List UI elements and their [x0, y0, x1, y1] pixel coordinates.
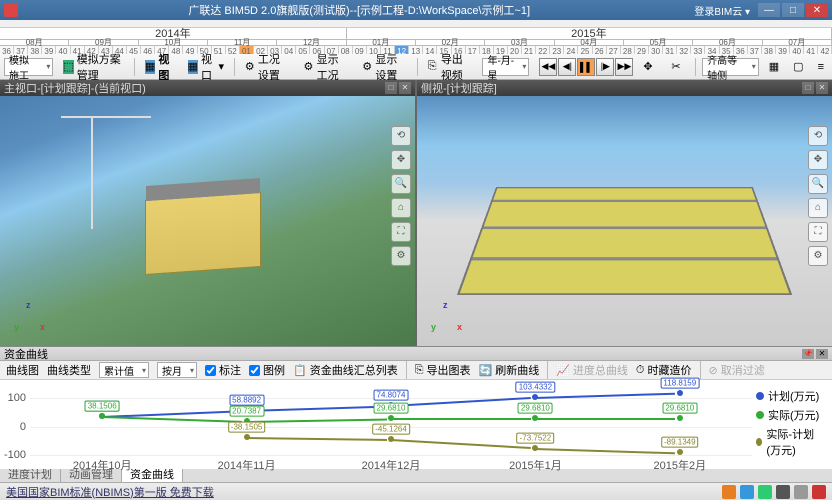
cancel-filter-button[interactable]: ⊘ 取消过滤 [709, 362, 765, 378]
export-video-button[interactable]: ⎘导出视频 [424, 57, 477, 77]
ffwd-button[interactable]: ▶▶ [615, 58, 633, 76]
main-toolbar: 模拟施工 ⬚模拟方案管理 ▦视图 ▦视口▾ ⚙工况设置 ⚙显示工况 ⚙显示设置 … [0, 54, 832, 80]
display-settings-button[interactable]: ⚙显示工况 [300, 57, 353, 77]
curve-type-label: 曲线类型 [47, 362, 91, 378]
pan-tool[interactable]: ✥ [391, 150, 411, 170]
tab-schedule[interactable]: 进度计划 [0, 467, 61, 482]
scheme-button[interactable]: ⬚模拟方案管理 [59, 57, 128, 77]
display-options-button[interactable]: ⚙显示设置 [358, 57, 411, 77]
axis-gizmo[interactable]: xyz [8, 298, 48, 338]
orbit-tool[interactable]: ⟲ [391, 126, 411, 146]
side-viewport: 侧视-[计划跟踪] □✕ ⟲ ✥ 🔍 ⌂ ⛶ ⚙ xyz [417, 80, 832, 346]
viewports: 主视口-[计划跟踪]-(当前视口) □✕ ⟲ ✥ 🔍 ⌂ ⛶ ⚙ xyz 侧视-… [0, 80, 832, 346]
status-icon-1[interactable] [722, 485, 736, 499]
align-select[interactable]: 齐高等轴侧 [702, 58, 759, 76]
play-button[interactable]: ▌▌ [577, 58, 595, 76]
chart-plot-area[interactable]: -1000100 2014年10月2014年11月2014年12月2015年1月… [30, 384, 752, 455]
menu-bar [0, 20, 832, 28]
chart-panel: 资金曲线 📌✕ 曲线图 曲线类型 累计值 按月 标注 图例 📋 资金曲线汇总列表… [0, 346, 832, 466]
view-bold-button[interactable]: ▦视图 [141, 57, 178, 77]
pan-tool[interactable]: ✥ [808, 150, 828, 170]
status-icon-5[interactable] [794, 485, 808, 499]
step-back-button[interactable]: ◀| [558, 58, 576, 76]
vp-max-icon[interactable]: □ [802, 82, 814, 94]
chart-legend: 计划(万元) 实际(万元) 实际-计划(万元) [752, 380, 832, 469]
legend-actual: 实际(万元) [768, 407, 819, 423]
nav-button[interactable]: ✥ [639, 57, 661, 77]
close-button[interactable]: ✕ [806, 3, 828, 17]
export-chart-button[interactable]: ⎘ 导出图表 [415, 362, 471, 378]
zoom-tool[interactable]: 🔍 [808, 174, 828, 194]
main-viewport-title: 主视口-[计划跟踪]-(当前视口) [4, 80, 146, 96]
refresh-button[interactable]: 🔄 刷新曲线 [479, 362, 540, 378]
grid-icon[interactable]: ▦ [765, 57, 783, 77]
main-viewport: 主视口-[计划跟踪]-(当前视口) □✕ ⟲ ✥ 🔍 ⌂ ⛶ ⚙ xyz [0, 80, 415, 346]
app-icon [4, 3, 18, 17]
chart-panel-title: 资金曲线 [4, 346, 48, 362]
status-bar: 美国国家BIM标准(NBIMS)第一版 免费下载 [0, 482, 832, 500]
playback-controls: ◀◀ ◀| ▌▌ |▶ ▶▶ [539, 58, 633, 76]
panel-close-icon[interactable]: ✕ [816, 349, 828, 359]
cut-button[interactable]: ✂ [667, 57, 689, 77]
chart-toolbar: 曲线图 曲线类型 累计值 按月 标注 图例 📋 资金曲线汇总列表 ⎘ 导出图表 … [0, 361, 832, 380]
status-text[interactable]: 美国国家BIM标准(NBIMS)第一版 免费下载 [6, 484, 214, 500]
user-menu[interactable]: 登录BIM云 ▾ [694, 3, 750, 18]
vp-max-icon[interactable]: □ [385, 82, 397, 94]
progress-curve-button[interactable]: 📈 进度总曲线 [556, 362, 628, 378]
vp-close-icon[interactable]: ✕ [399, 82, 411, 94]
minimize-button[interactable]: — [758, 3, 780, 17]
window-title: 广联达 BIM5D 2.0旗舰版(测试版)--[示例工程-D:\WorkSpac… [24, 2, 694, 18]
status-icon-2[interactable] [740, 485, 754, 499]
sim-settings-button[interactable]: ⚙工况设置 [241, 57, 294, 77]
legend-plan: 计划(万元) [768, 388, 819, 404]
home-tool[interactable]: ⌂ [391, 198, 411, 218]
status-icon-6[interactable] [812, 485, 826, 499]
zoom-tool[interactable]: 🔍 [391, 174, 411, 194]
timeline[interactable]: 2014年2015年 08月09月10月11月12月01月02月03月04月05… [0, 28, 832, 54]
chart-body: -1000100 2014年10月2014年11月2014年12月2015年1月… [0, 380, 832, 469]
step-fwd-button[interactable]: |▶ [596, 58, 614, 76]
view-button[interactable]: ▦视口▾ [184, 57, 229, 77]
home-tool[interactable]: ⌂ [808, 198, 828, 218]
summary-button[interactable]: 📋 资金曲线汇总列表 [293, 362, 398, 378]
rewind-button[interactable]: ◀◀ [539, 58, 557, 76]
config-tool[interactable]: ⚙ [391, 246, 411, 266]
maximize-button[interactable]: □ [782, 3, 804, 17]
time-cost-button[interactable]: ⏱ 时藏造价 [636, 362, 692, 378]
main-3d-canvas[interactable]: ⟲ ✥ 🔍 ⌂ ⛶ ⚙ xyz [0, 96, 415, 346]
curve-toggle[interactable]: 曲线图 [6, 362, 39, 378]
side-3d-canvas[interactable]: ⟲ ✥ 🔍 ⌂ ⛶ ⚙ xyz [417, 96, 832, 346]
lines-icon[interactable]: ≡ [814, 57, 828, 77]
cum-select[interactable]: 累计值 [99, 362, 149, 378]
orbit-tool[interactable]: ⟲ [808, 126, 828, 146]
status-icon-3[interactable] [758, 485, 772, 499]
status-icon-4[interactable] [776, 485, 790, 499]
side-viewport-title: 侧视-[计划跟踪] [421, 80, 497, 96]
title-bar: 广联达 BIM5D 2.0旗舰版(测试版)--[示例工程-D:\WorkSpac… [0, 0, 832, 20]
mark-checkbox[interactable]: 标注 [205, 362, 241, 378]
config-tool[interactable]: ⚙ [808, 246, 828, 266]
fit-tool[interactable]: ⛶ [391, 222, 411, 242]
unit-select[interactable]: 按月 [157, 362, 197, 378]
vp-close-icon[interactable]: ✕ [816, 82, 828, 94]
fit-tool[interactable]: ⛶ [808, 222, 828, 242]
box-icon[interactable]: ▢ [789, 57, 807, 77]
legend-checkbox[interactable]: 图例 [249, 362, 285, 378]
mode-select[interactable]: 模拟施工 [4, 58, 53, 76]
time-format-select[interactable]: 年-月-星 [482, 58, 529, 76]
axis-gizmo[interactable]: xyz [425, 298, 465, 338]
panel-pin-icon[interactable]: 📌 [802, 349, 814, 359]
legend-diff: 实际-计划(万元) [766, 426, 828, 458]
